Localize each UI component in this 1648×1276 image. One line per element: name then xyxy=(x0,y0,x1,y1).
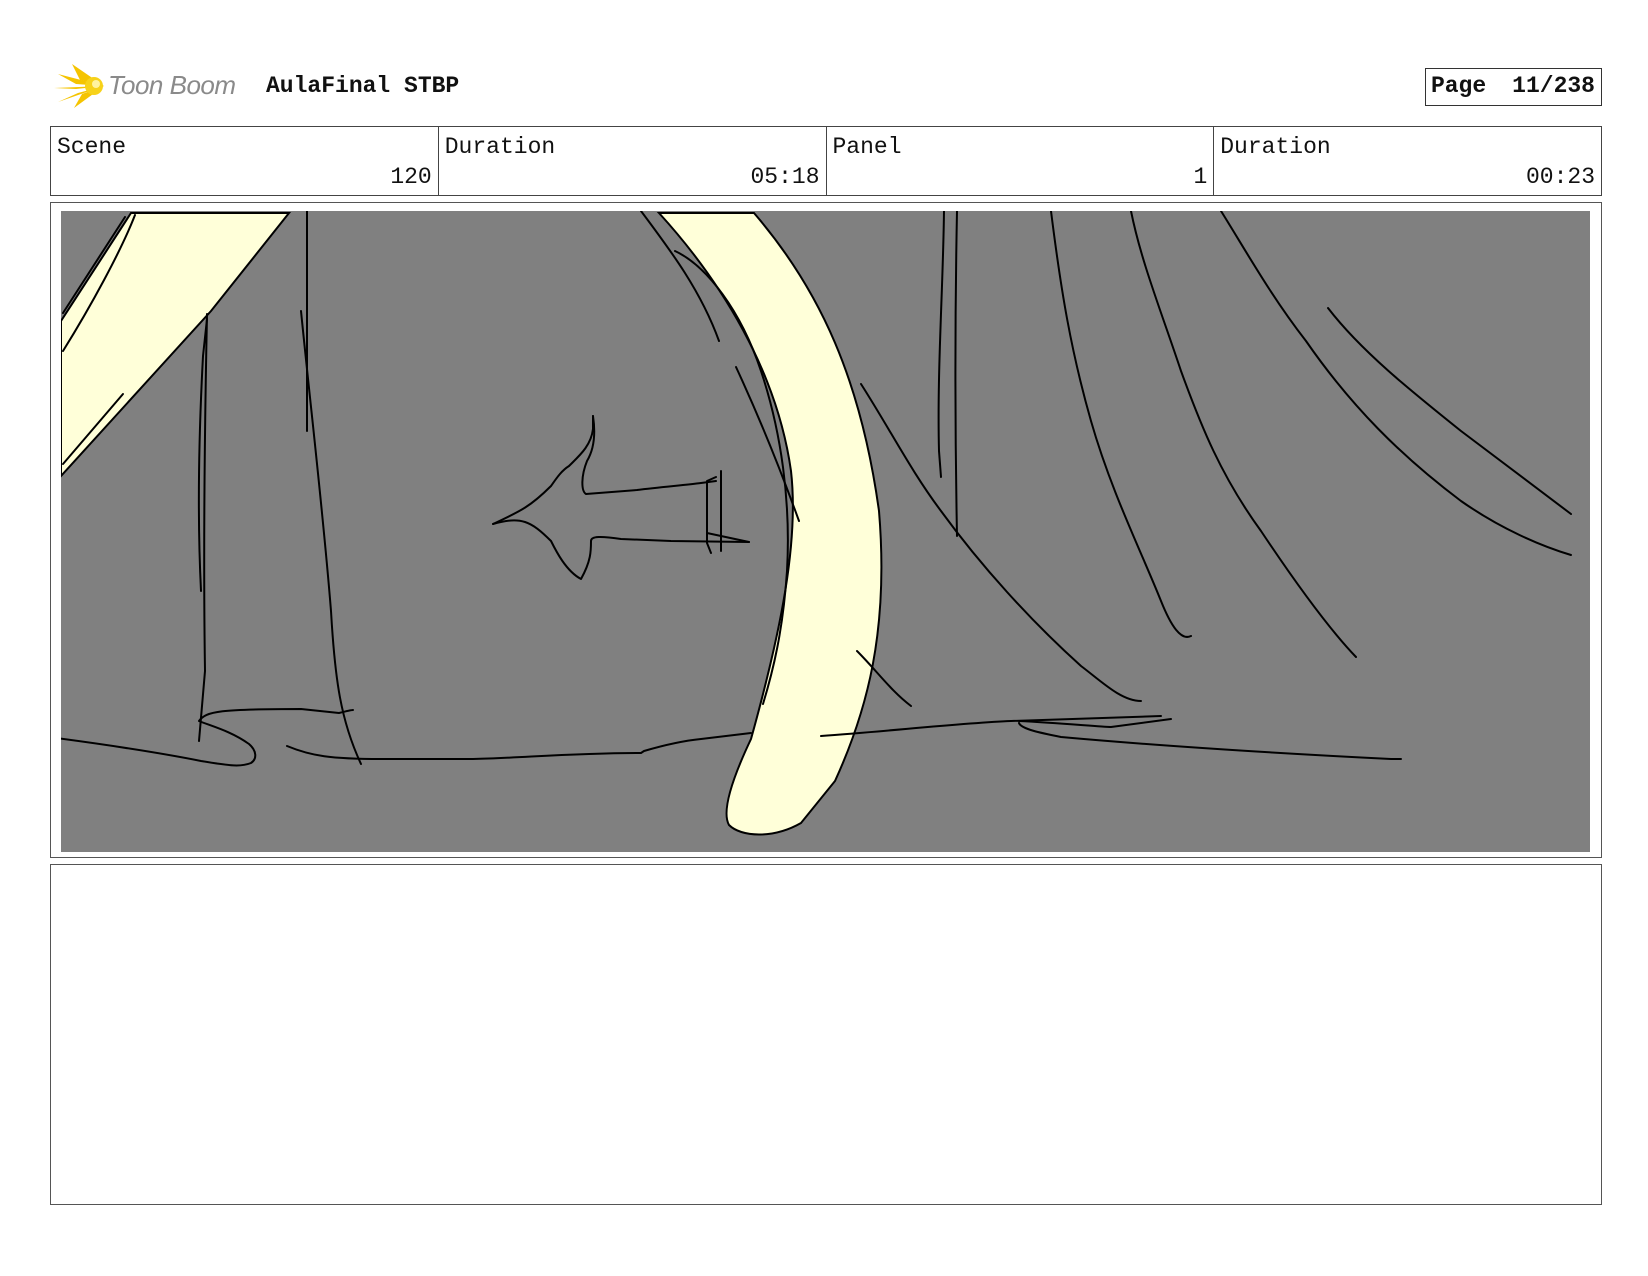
page-indicator: Page 11/238 xyxy=(1424,68,1602,106)
panel-label: Panel xyxy=(832,134,902,160)
scene-value: 120 xyxy=(390,164,432,190)
scene-duration-cell: Duration 05:18 xyxy=(439,127,827,195)
panel-duration-label: Duration xyxy=(1220,134,1331,160)
scene-cell: Scene 120 xyxy=(51,127,439,195)
project-title: AulaFinal STBP xyxy=(266,73,460,99)
panel-value: 1 xyxy=(1193,164,1208,190)
page-number: 11/238 xyxy=(1512,73,1595,99)
scene-label: Scene xyxy=(57,134,127,160)
panel-notes-box xyxy=(50,864,1602,1205)
scene-info-row: Scene 120 Duration 05:18 Panel 1 Duratio… xyxy=(50,126,1602,196)
scene-duration-label: Duration xyxy=(444,134,556,160)
brand-name: Toon Boom xyxy=(108,70,236,100)
toon-boom-logo-icon xyxy=(54,64,104,108)
page-label: Page xyxy=(1430,73,1487,99)
panel-duration-value: 00:23 xyxy=(1525,164,1595,190)
storyboard-panel-frame xyxy=(50,202,1602,858)
panel-duration-cell: Duration 00:23 xyxy=(1214,127,1601,195)
storyboard-panel-drawing xyxy=(61,211,1590,852)
panel-cell: Panel 1 xyxy=(827,127,1215,195)
scene-duration-value: 05:18 xyxy=(750,164,820,190)
page-header: Toon Boom AulaFinal STBP Page 11/238 xyxy=(50,58,1602,114)
